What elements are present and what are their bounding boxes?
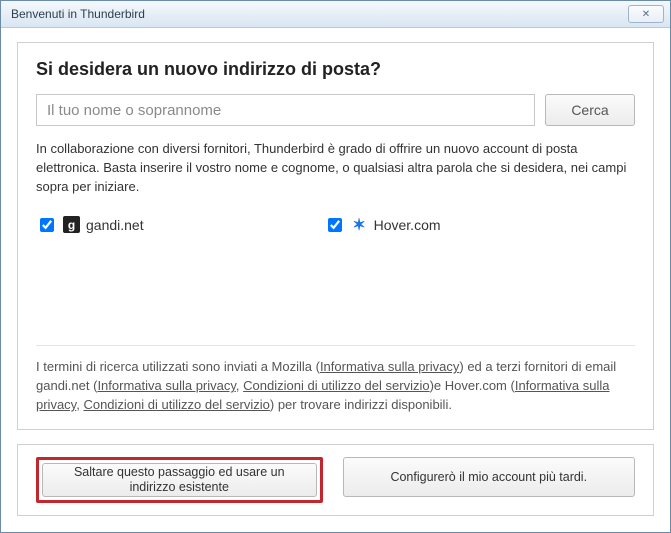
titlebar: Benvenuti in Thunderbird ✕ xyxy=(1,1,670,28)
provider-gandi[interactable]: g gandi.net xyxy=(36,215,144,235)
configure-later-button[interactable]: Configurerò il mio account più tardi. xyxy=(343,457,636,497)
provider-gandi-checkbox[interactable] xyxy=(40,218,54,232)
search-button[interactable]: Cerca xyxy=(545,94,635,126)
heading: Si desidera un nuovo indirizzo di posta? xyxy=(36,59,635,80)
main-panel: Si desidera un nuovo indirizzo di posta?… xyxy=(17,42,654,430)
name-input[interactable] xyxy=(36,94,535,126)
provider-gandi-label: gandi.net xyxy=(86,217,144,233)
legal-text: I termini di ricerca utilizzati sono inv… xyxy=(36,345,635,415)
search-row: Cerca xyxy=(36,94,635,126)
close-icon: ✕ xyxy=(642,9,650,20)
intro-text: In collaborazione con diversi fornitori,… xyxy=(36,140,635,197)
provider-hover-checkbox[interactable] xyxy=(328,218,342,232)
dialog-window: Benvenuti in Thunderbird ✕ Si desidera u… xyxy=(0,0,671,533)
window-title: Benvenuti in Thunderbird xyxy=(11,7,145,21)
link-hover-terms[interactable]: Condizioni di utilizzo del servizio xyxy=(83,397,269,412)
hover-icon: ✶ xyxy=(351,216,368,233)
provider-hover[interactable]: ✶ Hover.com xyxy=(324,215,441,235)
providers-row: g gandi.net ✶ Hover.com xyxy=(36,215,635,235)
actions-panel: Saltare questo passaggio ed usare un ind… xyxy=(17,444,654,516)
skip-button-highlight: Saltare questo passaggio ed usare un ind… xyxy=(36,457,323,503)
provider-hover-label: Hover.com xyxy=(374,217,441,233)
link-mozilla-privacy[interactable]: Informativa sulla privacy xyxy=(320,359,459,374)
link-gandi-terms[interactable]: Condizioni di utilizzo del servizio xyxy=(243,378,429,393)
close-button[interactable]: ✕ xyxy=(628,5,664,23)
skip-use-existing-button[interactable]: Saltare questo passaggio ed usare un ind… xyxy=(42,463,317,497)
client-area: Si desidera un nuovo indirizzo di posta?… xyxy=(1,28,670,532)
gandi-icon: g xyxy=(63,216,80,233)
link-gandi-privacy[interactable]: Informativa sulla privacy xyxy=(97,378,235,393)
